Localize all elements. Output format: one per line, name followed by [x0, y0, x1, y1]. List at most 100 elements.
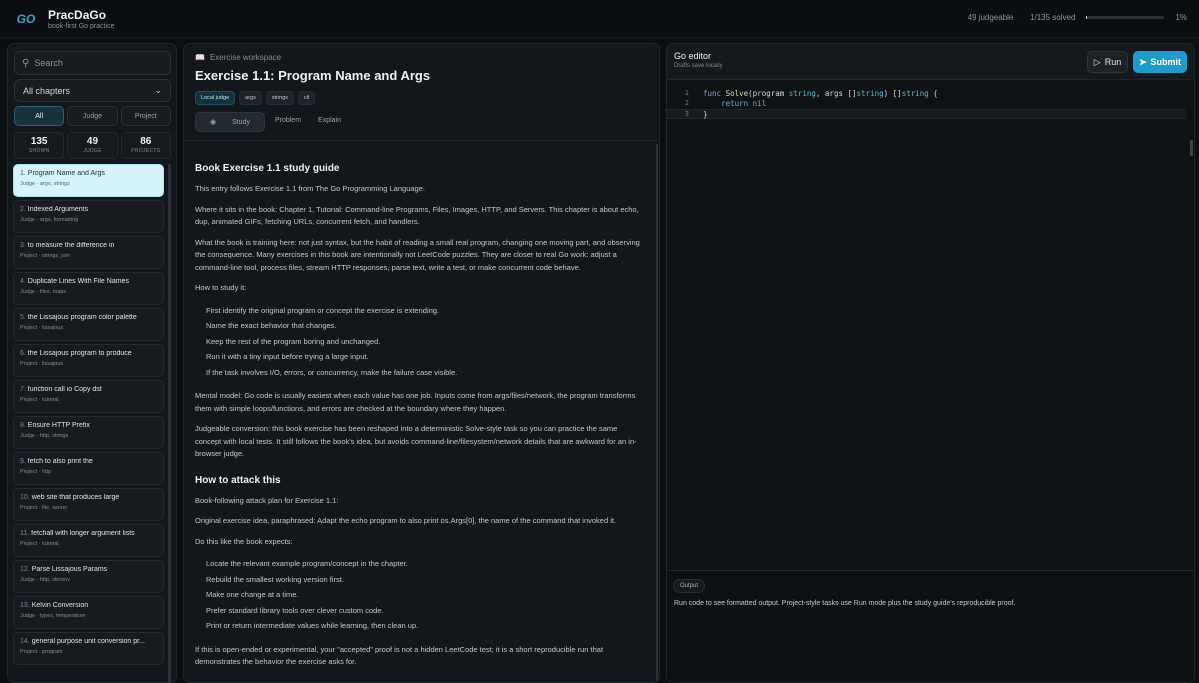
workspace-header: 📖 Exercise workspace Exercise 1.1: Progr…: [184, 44, 659, 141]
exercise-list-item[interactable]: 5. the Lissajous program color palette Pr…: [13, 308, 164, 341]
exercise-workspace: 📖 Exercise workspace Exercise 1.1: Progr…: [183, 43, 660, 683]
exercise-meta: Project · lissajous: [20, 361, 64, 367]
exercise-number: 8.: [20, 422, 26, 429]
count-label: JUDGE: [83, 148, 102, 154]
filter-project-button[interactable]: Project: [120, 106, 171, 126]
count-projects: 86 PROJECTS: [120, 132, 171, 159]
paragraph: Mental model: Go code is usually easiest…: [195, 391, 636, 413]
editor-header: Go editor Drafts save locally ▷ Run ➤ Subm…: [667, 44, 1194, 80]
chapter-select-value: All chapters: [23, 85, 71, 96]
tab-label: Study: [232, 119, 250, 126]
exercise-title-text: to measure the difference in: [27, 242, 115, 249]
app-subtitle: book-first Go practice: [48, 22, 115, 30]
count-label: SHOWN: [28, 148, 50, 154]
search-placeholder: Search: [34, 58, 63, 68]
exercise-number: 7.: [20, 386, 26, 393]
search-icon: ⚲: [22, 57, 30, 69]
content-scrollbar[interactable]: [656, 144, 658, 682]
progress-fill: [1086, 16, 1088, 19]
tag: cli: [298, 91, 316, 105]
exercise-title-text: the Lissajous program color palette: [27, 314, 137, 321]
sidebar-scrollbar[interactable]: [168, 164, 171, 682]
line-number: 3: [684, 110, 689, 118]
search-input[interactable]: ⚲ Search: [14, 51, 171, 75]
exercise-list-item[interactable]: 6. the Lissajous program to produce Proje…: [13, 344, 164, 377]
run-label: Run: [1104, 57, 1122, 67]
send-icon: ➤: [1138, 56, 1147, 67]
list-item: If the task involves I/O, errors, or con…: [206, 367, 458, 377]
exercise-list-item[interactable]: 4. Duplicate Lines With File Names Judge …: [13, 272, 164, 305]
count-value: 49: [86, 136, 99, 147]
exercise-list-item[interactable]: 8. Ensure HTTP Prefix Judge · http, strin…: [13, 416, 164, 449]
exercise-name: 10. web site that produces large: [20, 494, 157, 501]
code-line-text: }: [703, 110, 708, 119]
exercise-list-item[interactable]: 1. Program Name and Args Judge · args, st…: [13, 164, 164, 197]
paragraph: Book-following attack plan for Exercise …: [195, 495, 339, 505]
exercise-meta: Judge · args, formatting: [20, 217, 79, 223]
exercise-title-text: web site that produces large: [31, 494, 120, 501]
tab-study[interactable]: ◉ Study: [195, 112, 265, 132]
exercise-list-item[interactable]: 7. function call io Copy dst Project · tu…: [13, 380, 164, 413]
paragraph: What the book is training here: not just…: [195, 237, 640, 272]
exercise-title-text: Kelvin Conversion: [31, 602, 89, 609]
exercise-list-item[interactable]: 3. to measure the difference in Project ·…: [13, 236, 164, 269]
chapter-select[interactable]: All chapters ⌄: [14, 79, 171, 102]
count-label: PROJECTS: [131, 148, 161, 154]
exercise-title-text: fetch to also print the: [27, 458, 93, 465]
exercise-meta: Judge · args, strings: [20, 181, 70, 187]
exercise-meta: Judge · http, strings: [20, 433, 69, 439]
submit-button[interactable]: ➤ Submit: [1133, 51, 1187, 73]
exercise-list-item[interactable]: 12. Parse Lissajous Params Judge · http, …: [13, 560, 164, 593]
code-line: 3 }: [667, 109, 1187, 119]
paragraph: Judgeable conversion: this book exercise…: [195, 424, 637, 458]
exercise-meta: Judge · http, strconv: [20, 577, 70, 583]
exercise-sidebar: ⚲ Search All chapters ⌄ All Judge Projec…: [7, 43, 177, 683]
filter-segmented-control: All Judge Project: [14, 106, 171, 126]
exercise-list-item[interactable]: 11. fetchall with longer argument lists P…: [13, 524, 164, 557]
exercise-list-item[interactable]: 14. general purpose unit conversion pr..…: [13, 632, 164, 665]
separator-dot: ·: [1020, 13, 1024, 22]
exercise-number: 1.: [20, 170, 26, 177]
list-item: Keep the rest of the program boring and …: [206, 336, 381, 346]
exercise-meta: Project · file, server: [20, 505, 68, 511]
editor-scrollbar[interactable]: [1190, 140, 1193, 156]
code-editor[interactable]: 1 func Solve(program string, args []stri…: [667, 80, 1194, 570]
go-logo: GO: [16, 11, 36, 26]
tab-explain[interactable]: Explain: [311, 112, 348, 132]
exercise-name: 12. Parse Lissajous Params: [20, 566, 157, 573]
code-line-text: return nil: [721, 99, 767, 108]
play-icon: ▷: [1093, 56, 1101, 67]
attack-title: How to attack this: [195, 474, 281, 486]
paragraph: This entry follows Exercise 1.1 from The…: [195, 184, 425, 193]
judgeable-count: 49 judgeable: [967, 13, 1014, 22]
exercise-number: 5.: [20, 314, 26, 321]
filter-all-button[interactable]: All: [14, 106, 65, 126]
chevron-down-icon: ⌄: [154, 85, 162, 95]
exercise-list-item[interactable]: 13. Kelvin Conversion Judge · types, temp…: [13, 596, 164, 629]
progress-stats: 49 judgeable · 1/135 solved 1%: [968, 13, 1187, 22]
progress-percent: 1%: [1175, 13, 1187, 22]
filter-judge-button[interactable]: Judge: [67, 106, 118, 126]
exercise-list-item[interactable]: 9. fetch to also print the Project · http: [13, 452, 164, 485]
exercise-list-item[interactable]: 2. Indexed Arguments Judge · args, format…: [13, 200, 164, 233]
list-item: Rebuild the smallest working version fir…: [206, 574, 344, 584]
exercise-number: 11.: [20, 530, 30, 537]
list-item: Make one change at a time.: [206, 590, 299, 599]
tag: strings: [265, 91, 295, 105]
eye-icon: ◉: [210, 119, 217, 126]
exercise-meta: Project · lissajous: [20, 325, 64, 331]
exercise-meta: Judge · types, temperature: [20, 613, 86, 619]
list-item: Name the exact behavior that changes.: [206, 321, 337, 330]
exercise-name: 2. Indexed Arguments: [20, 206, 157, 213]
exercise-number: 4.: [20, 278, 26, 285]
exercise-meta: Project · program: [20, 649, 63, 655]
top-bar: GO PracDaGo book-first Go practice 49 ju…: [0, 0, 1199, 38]
exercise-name: 9. fetch to also print the: [20, 458, 157, 465]
book-icon: 📖: [195, 53, 205, 62]
count-cards: 135 SHOWN 49 JUDGE 86 PROJECTS: [14, 132, 171, 159]
exercise-list-item[interactable]: 10. web site that produces large Project …: [13, 488, 164, 521]
list-item: First identify the original program or c…: [206, 305, 440, 315]
run-button[interactable]: ▷ Run: [1087, 51, 1128, 73]
tab-problem[interactable]: Problem: [268, 112, 308, 132]
attack-steps-list: Locate the relevant example program/conc…: [206, 556, 650, 634]
